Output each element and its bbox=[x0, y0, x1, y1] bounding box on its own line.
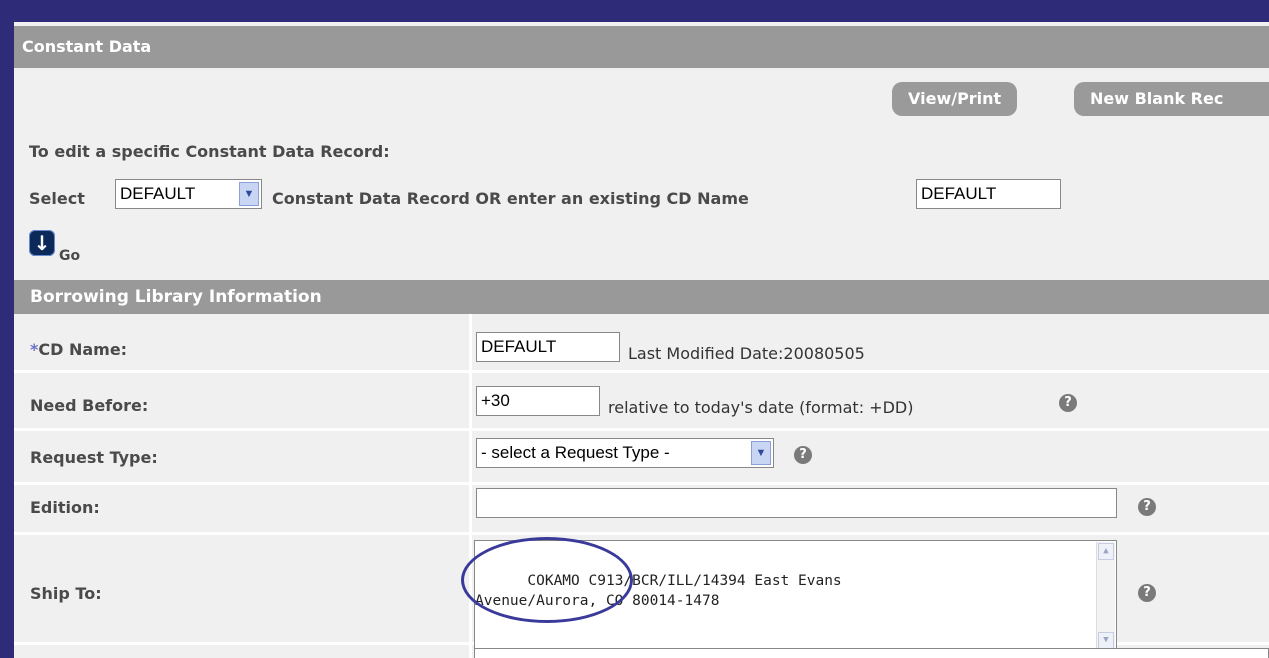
select-label: Select bbox=[29, 189, 85, 208]
chevron-down-icon[interactable]: ▼ bbox=[751, 441, 771, 465]
question-icon[interactable]: ? bbox=[794, 446, 812, 464]
window-frame: Constant Data View/Print New Blank Rec T… bbox=[0, 0, 1269, 658]
scroll-down-icon[interactable]: ▼ bbox=[1098, 632, 1114, 649]
ship-to-scrollbar[interactable]: ▲ ▼ bbox=[1096, 542, 1115, 650]
borrowing-section-header: Borrowing Library Information bbox=[14, 280, 1269, 314]
question-icon[interactable]: ? bbox=[1138, 584, 1156, 602]
column-divider bbox=[469, 314, 472, 658]
cd-name-lookup-input[interactable]: DEFAULT bbox=[916, 179, 1061, 209]
constant-data-header: Constant Data bbox=[14, 26, 1269, 68]
ship-to-textarea[interactable]: COKAMO C913/BCR/ILL/14394 East Evans Ave… bbox=[474, 540, 1117, 652]
need-before-input[interactable]: +30 bbox=[476, 386, 600, 416]
last-modified-date: Last Modified Date:20080505 bbox=[628, 344, 865, 363]
cd-name-input[interactable]: DEFAULT bbox=[476, 332, 620, 362]
row-divider bbox=[14, 428, 1269, 431]
need-before-label: Need Before: bbox=[30, 396, 149, 415]
row-divider bbox=[14, 532, 1269, 535]
next-row-input[interactable] bbox=[474, 648, 1269, 658]
record-select-value: DEFAULT bbox=[120, 184, 196, 203]
arrow-down-icon[interactable]: ↓ bbox=[29, 230, 55, 256]
edit-instruction: To edit a specific Constant Data Record: bbox=[29, 142, 390, 161]
record-select[interactable]: DEFAULT ▼ bbox=[115, 179, 262, 209]
edition-label: Edition: bbox=[30, 498, 100, 517]
question-icon[interactable]: ? bbox=[1138, 498, 1156, 516]
need-before-hint: relative to today's date (format: +DD) bbox=[608, 398, 914, 417]
ship-to-value: COKAMO C913/BCR/ILL/14394 East Evans Ave… bbox=[475, 573, 842, 609]
question-icon[interactable]: ? bbox=[1059, 394, 1077, 412]
or-label: Constant Data Record OR enter an existin… bbox=[272, 189, 749, 208]
edition-input[interactable] bbox=[476, 488, 1117, 518]
row-divider bbox=[14, 482, 1269, 485]
view-print-button[interactable]: View/Print bbox=[892, 82, 1018, 116]
request-type-label: Request Type: bbox=[30, 448, 158, 467]
new-blank-record-button[interactable]: New Blank Rec bbox=[1074, 82, 1269, 116]
scroll-up-icon[interactable]: ▲ bbox=[1098, 543, 1114, 560]
request-type-value: - select a Request Type - bbox=[481, 443, 670, 462]
row-divider bbox=[14, 370, 1269, 373]
content-panel: Constant Data View/Print New Blank Rec T… bbox=[14, 22, 1269, 658]
request-type-select[interactable]: - select a Request Type - ▼ bbox=[476, 438, 774, 468]
cd-name-label: *CD Name: bbox=[30, 340, 128, 359]
go-label[interactable]: Go bbox=[59, 248, 80, 264]
ship-to-label: Ship To: bbox=[30, 584, 102, 603]
chevron-down-icon[interactable]: ▼ bbox=[239, 182, 259, 206]
